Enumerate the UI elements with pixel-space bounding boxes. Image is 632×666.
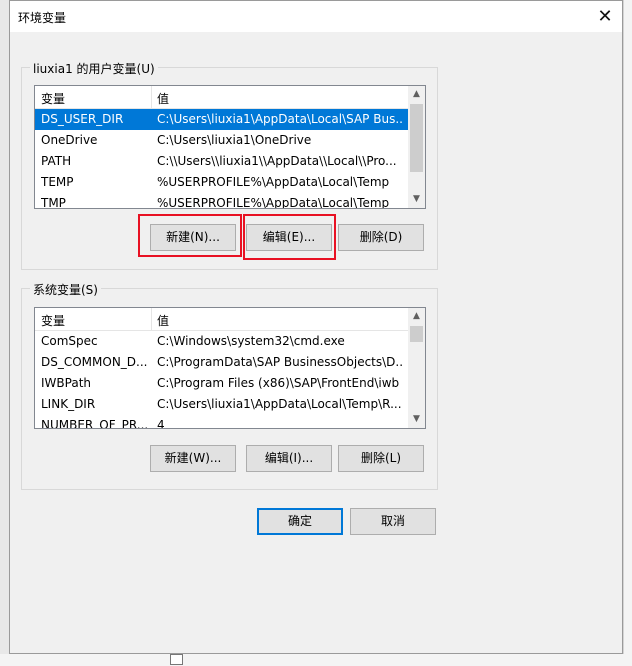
close-icon: ✕ <box>597 6 613 27</box>
system-delete-button[interactable]: 删除(L) <box>338 445 424 472</box>
annotation-highlight-edit <box>243 214 336 260</box>
user-list-header: 变量 值 <box>35 86 408 109</box>
user-delete-button[interactable]: 删除(D) <box>338 224 424 251</box>
user-col-name-header[interactable]: 变量 <box>41 90 65 107</box>
user-variable-row[interactable]: OneDrive C:\Users\liuxia1\OneDrive <box>35 130 408 151</box>
user-variable-row-value: C:\\Users\\liuxia1\\AppData\\Local\\Pro.… <box>157 154 397 168</box>
system-variable-row-value: C:\Windows\system32\cmd.exe <box>157 334 345 348</box>
ok-button[interactable]: 确定 <box>257 508 343 535</box>
user-variable-row-value: %USERPROFILE%\AppData\Local\Temp <box>157 196 390 209</box>
system-variable-row-name: DS_COMMON_D... <box>41 355 148 369</box>
system-variable-row[interactable]: NUMBER_OF_PR... 4 <box>35 415 408 429</box>
user-variable-row-name: TMP <box>41 196 66 209</box>
system-variable-row[interactable]: ComSpec C:\Windows\system32\cmd.exe <box>35 331 408 352</box>
user-variables-legend: liuxia1 的用户变量(U) <box>30 60 158 77</box>
user-variable-row-value: C:\Users\liuxia1\OneDrive <box>157 133 312 147</box>
close-button[interactable]: ✕ <box>588 1 622 32</box>
system-variable-row-name: ComSpec <box>41 334 98 348</box>
system-variable-row-value: C:\Program Files (x86)\SAP\FrontEnd\iwb <box>157 376 400 390</box>
system-new-button[interactable]: 新建(W)... <box>150 445 236 472</box>
environment-variables-dialog: 环境变量 ✕ liuxia1 的用户变量(U) 变量 值 DS_USER_DIR… <box>9 0 623 654</box>
user-variable-row-name: PATH <box>41 154 72 168</box>
system-variables-legend: 系统变量(S) <box>30 281 101 298</box>
background-window-bottom-edge <box>0 654 632 666</box>
system-col-value-header[interactable]: 值 <box>157 312 169 329</box>
dialog-title: 环境变量 <box>18 11 67 25</box>
user-variable-row-name: TEMP <box>41 175 74 189</box>
system-variable-row-name: IWBPath <box>41 376 91 390</box>
system-variable-row-value: C:\ProgramData\SAP BusinessObjects\D... <box>157 355 404 369</box>
user-scroll-thumb[interactable] <box>410 104 423 172</box>
system-variables-list[interactable]: 变量 值 ComSpec C:\Windows\system32\cmd.exe D… <box>34 307 426 429</box>
user-list-scrollbar[interactable]: ▲ ▼ <box>408 86 425 208</box>
user-variable-row[interactable]: DS_USER_DIR C:\Users\liuxia1\AppData\Loca… <box>35 109 408 130</box>
scroll-down-icon[interactable]: ▼ <box>408 411 425 428</box>
user-variable-row-value: C:\Users\liuxia1\AppData\Local\SAP Bus..… <box>157 112 404 126</box>
background-window-right-edge <box>623 0 632 666</box>
user-variable-row[interactable]: TEMP %USERPROFILE%\AppData\Local\Temp <box>35 172 408 193</box>
scroll-up-icon[interactable]: ▲ <box>408 86 425 103</box>
title-bar[interactable]: 环境变量 ✕ <box>10 1 622 32</box>
user-variable-row-name: DS_USER_DIR <box>41 112 124 126</box>
system-list-header: 变量 值 <box>35 308 408 331</box>
system-variable-row-value: 4 <box>157 418 165 429</box>
user-col-separator[interactable] <box>151 86 152 108</box>
system-variable-row-value: C:\Users\liuxia1\AppData\Local\Temp\R... <box>157 397 402 411</box>
system-variable-row[interactable]: IWBPath C:\Program Files (x86)\SAP\FrontE… <box>35 373 408 394</box>
user-variables-list[interactable]: 变量 值 DS_USER_DIR C:\Users\liuxia1\AppData… <box>34 85 426 209</box>
background-checkbox-fragment <box>170 654 183 665</box>
scroll-up-icon[interactable]: ▲ <box>408 308 425 325</box>
user-variable-row[interactable]: TMP %USERPROFILE%\AppData\Local\Temp <box>35 193 408 209</box>
user-variable-row-value: %USERPROFILE%\AppData\Local\Temp <box>157 175 390 189</box>
user-variable-row-name: OneDrive <box>41 133 98 147</box>
annotation-highlight-new <box>138 214 242 257</box>
system-edit-button[interactable]: 编辑(I)... <box>246 445 332 472</box>
system-variable-row-name: NUMBER_OF_PR... <box>41 418 149 429</box>
scroll-down-icon[interactable]: ▼ <box>408 191 425 208</box>
user-variable-row[interactable]: PATH C:\\Users\\liuxia1\\AppData\\Local\\… <box>35 151 408 172</box>
user-col-value-header[interactable]: 值 <box>157 90 169 107</box>
system-col-name-header[interactable]: 变量 <box>41 312 65 329</box>
system-scroll-thumb[interactable] <box>410 326 423 342</box>
system-variable-row-name: LINK_DIR <box>41 397 96 411</box>
system-variable-row[interactable]: DS_COMMON_D... C:\ProgramData\SAP Busines… <box>35 352 408 373</box>
cancel-button[interactable]: 取消 <box>350 508 436 535</box>
system-list-scrollbar[interactable]: ▲ ▼ <box>408 308 425 428</box>
system-col-separator[interactable] <box>151 308 152 330</box>
system-variable-row[interactable]: LINK_DIR C:\Users\liuxia1\AppData\Local\T… <box>35 394 408 415</box>
